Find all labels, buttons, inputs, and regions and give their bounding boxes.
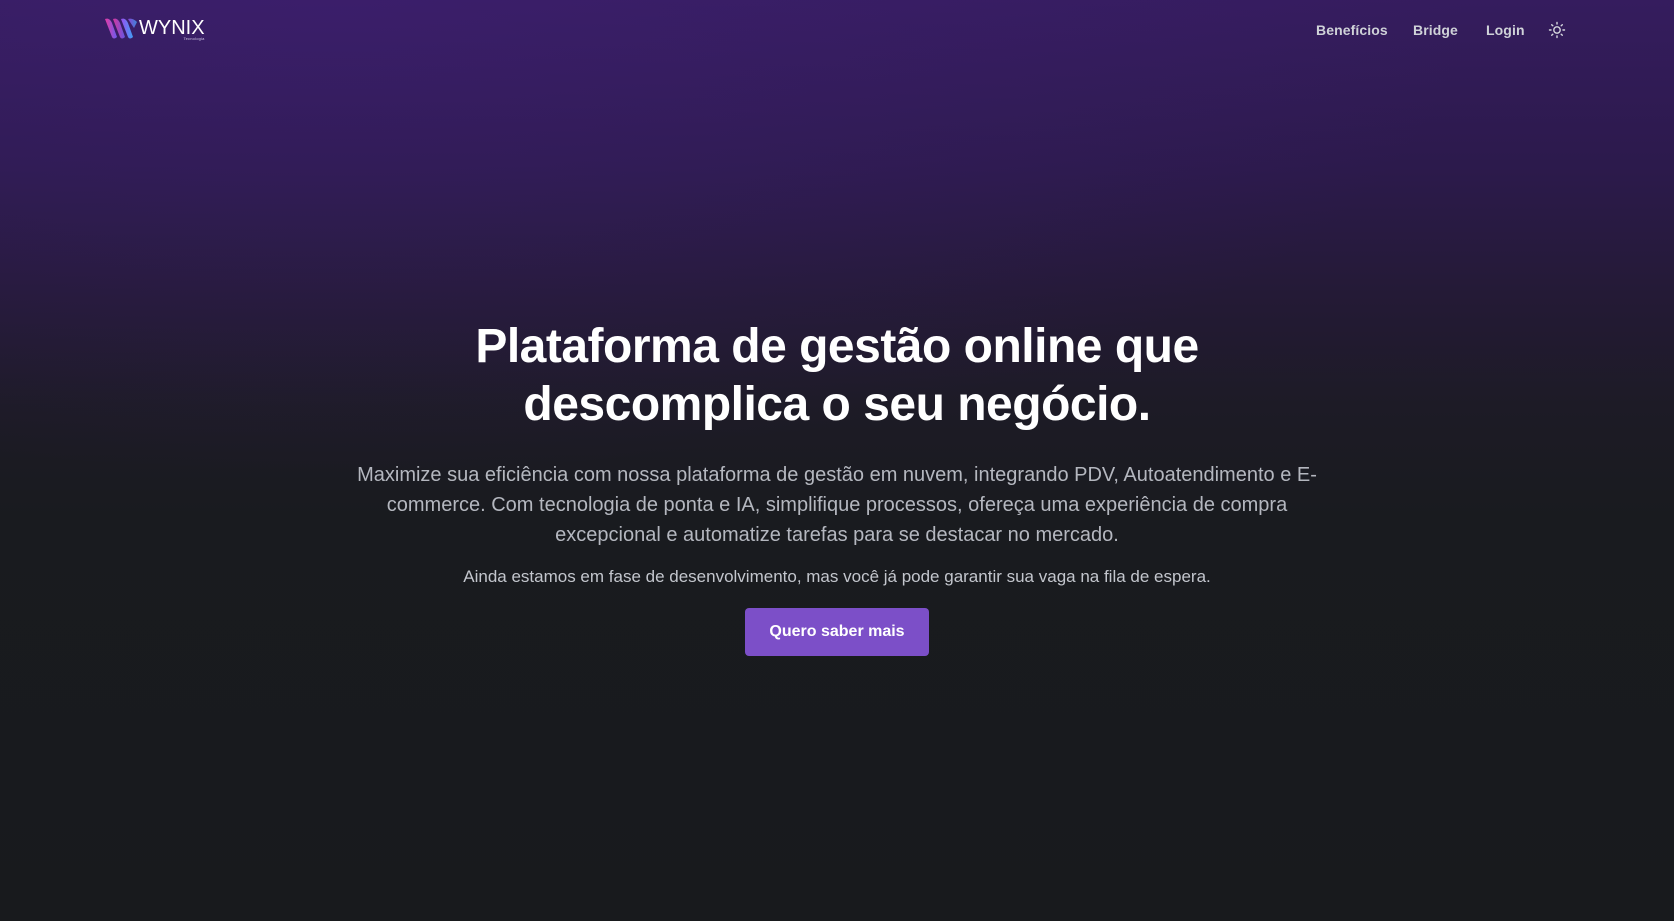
site-header: WYNIX Tecnologia Benefícios Bridge Login: [0, 0, 1674, 60]
nav-link-bridge[interactable]: Bridge: [1413, 20, 1458, 40]
hero-description: Maximize sua eficiência com nossa plataf…: [357, 464, 1317, 546]
nav-link-login[interactable]: Login: [1486, 20, 1525, 40]
waitlist-note: Ainda estamos em fase de desenvolvimento…: [463, 567, 1211, 586]
nav-link-beneficios[interactable]: Benefícios: [1316, 20, 1388, 40]
cta-button[interactable]: Quero saber mais: [745, 608, 929, 656]
hero-title: Plataforma de gestão online que descompl…: [475, 320, 1199, 431]
hero-section: Plataforma de gestão online que descompl…: [0, 318, 1674, 656]
main-nav: Benefícios Bridge Login: [0, 20, 1674, 42]
sun-icon[interactable]: [1548, 21, 1566, 39]
